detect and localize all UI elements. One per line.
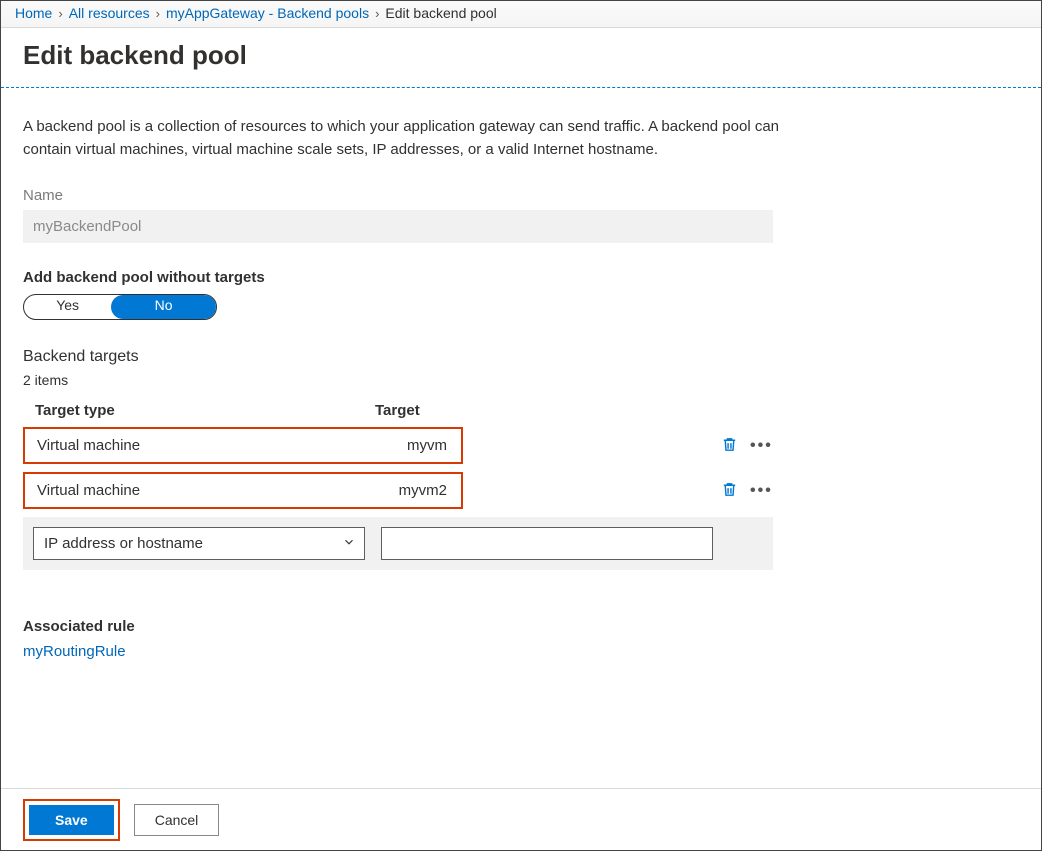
without-targets-label: Add backend pool without targets: [23, 269, 1019, 286]
toggle-yes[interactable]: Yes: [24, 295, 111, 319]
name-label: Name: [23, 187, 1019, 204]
save-highlight: Save: [23, 799, 120, 841]
name-input: [23, 210, 773, 243]
chevron-right-icon: ›: [58, 6, 62, 21]
new-target-row: IP address or hostname: [23, 517, 773, 570]
breadcrumb-current: Edit backend pool: [385, 5, 496, 21]
cancel-button[interactable]: Cancel: [134, 804, 220, 836]
breadcrumb-all-resources[interactable]: All resources: [69, 5, 150, 21]
row-type: Virtual machine: [37, 482, 357, 499]
breadcrumb-app-gateway[interactable]: myAppGateway - Backend pools: [166, 5, 369, 21]
associated-rule-label: Associated rule: [23, 618, 1019, 635]
breadcrumb-home[interactable]: Home: [15, 5, 52, 21]
associated-rule-link[interactable]: myRoutingRule: [23, 643, 126, 660]
toggle-no[interactable]: No: [111, 295, 216, 319]
delete-icon[interactable]: [721, 481, 738, 501]
chevron-right-icon: ›: [375, 6, 379, 21]
backend-targets-heading: Backend targets: [23, 348, 1019, 366]
column-target-type: Target type: [35, 402, 375, 419]
save-button[interactable]: Save: [29, 805, 114, 835]
chevron-down-icon: [342, 535, 356, 553]
row-target: myvm: [357, 437, 449, 454]
target-type-select-value: IP address or hostname: [44, 535, 203, 552]
page-description: A backend pool is a collection of resour…: [23, 116, 783, 161]
row-type: Virtual machine: [37, 437, 357, 454]
target-type-select[interactable]: IP address or hostname: [33, 527, 365, 560]
table-row[interactable]: Virtual machine myvm2: [23, 472, 463, 509]
more-icon[interactable]: •••: [750, 486, 773, 496]
breadcrumb: Home › All resources › myAppGateway - Ba…: [1, 1, 1041, 28]
delete-icon[interactable]: [721, 436, 738, 456]
target-value-input[interactable]: [381, 527, 713, 560]
more-icon[interactable]: •••: [750, 441, 773, 451]
backend-targets-count: 2 items: [23, 372, 1019, 388]
without-targets-toggle[interactable]: Yes No: [23, 294, 217, 320]
chevron-right-icon: ›: [156, 6, 160, 21]
footer-bar: Save Cancel: [1, 788, 1041, 850]
page-title: Edit backend pool: [23, 40, 1019, 71]
column-target: Target: [375, 402, 761, 419]
table-row[interactable]: Virtual machine myvm: [23, 427, 463, 464]
row-target: myvm2: [357, 482, 449, 499]
